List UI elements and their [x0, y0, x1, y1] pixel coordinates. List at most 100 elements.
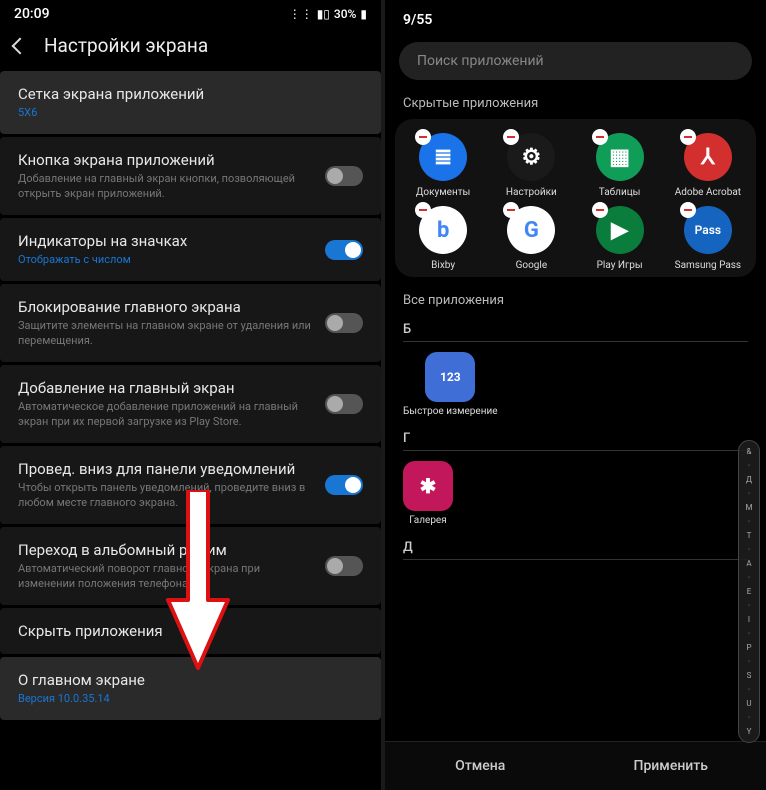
index-letter[interactable]: ·	[748, 629, 750, 638]
remove-badge-icon[interactable]	[592, 202, 608, 218]
cancel-button[interactable]: Отмена	[385, 742, 576, 790]
settings-screen: 20:09 ⋮⋮ ▮▯ 30% ▮ Настройки экрана Сетка…	[0, 0, 381, 790]
toggle-switch[interactable]	[325, 313, 363, 333]
remove-badge-icon[interactable]	[680, 129, 696, 145]
index-letter[interactable]: ·	[748, 461, 750, 470]
app-icon: ▶	[596, 206, 644, 254]
app-icon: ⅄	[684, 133, 732, 181]
hidden-apps-label: Скрытые приложения	[385, 92, 766, 119]
settings-item[interactable]: Скрыть приложения	[0, 608, 381, 654]
item-title: Сетка экрана приложений	[18, 84, 363, 104]
hidden-apps-grid: ≣Документы⚙Настройки ▦ Таблицы ⅄ Adobe Acrob…	[401, 133, 750, 271]
letter-header: Г	[385, 425, 766, 448]
page-title: Настройки экрана	[44, 34, 208, 57]
settings-item[interactable]: О главном экранеВерсия 10.0.35.14	[0, 657, 381, 720]
remove-badge-icon[interactable]	[503, 202, 519, 218]
index-letter[interactable]: Y	[747, 727, 752, 736]
letter-header: Д	[385, 534, 766, 557]
index-letter[interactable]: I	[748, 615, 750, 624]
settings-item[interactable]: Добавление на главный экранАвтоматическо…	[0, 365, 381, 443]
item-title: Переход в альбомный режим	[18, 540, 315, 560]
hidden-app[interactable]: ⅄ Adobe Acrobat	[666, 133, 750, 198]
hidden-app[interactable]: PassSamsung Pass	[666, 206, 750, 271]
hidden-app[interactable]: ▦ Таблицы	[578, 133, 662, 198]
index-letter[interactable]: ·	[748, 601, 750, 610]
app-label: Таблицы	[599, 187, 641, 198]
remove-badge-icon[interactable]	[503, 129, 519, 145]
index-letter[interactable]: Д	[746, 475, 752, 484]
remove-badge-icon[interactable]	[415, 129, 431, 145]
app-label: Play Игры	[597, 260, 643, 271]
all-app-item[interactable]: ✱Галерея	[385, 459, 766, 534]
all-app-item[interactable]: 123Быстрое измерение	[385, 350, 766, 425]
app-icon: ▦	[596, 133, 644, 181]
toggle-switch[interactable]	[325, 475, 363, 495]
item-title: Кнопка экрана приложений	[18, 150, 315, 170]
index-letter[interactable]: М	[746, 503, 753, 512]
toggle-switch[interactable]	[325, 394, 363, 414]
hidden-app[interactable]: GGoogle	[489, 206, 573, 271]
app-icon: ≣	[419, 133, 467, 181]
item-subtitle: 5X6	[18, 106, 363, 121]
wifi-icon: ⋮⋮	[289, 7, 313, 21]
item-title: Добавление на главный экран	[18, 378, 315, 398]
hidden-apps-panel: ≣Документы⚙Настройки ▦ Таблицы ⅄ Adobe Acrob…	[395, 119, 756, 277]
index-letter[interactable]: &	[747, 447, 752, 456]
index-letter[interactable]: Т	[747, 531, 752, 540]
settings-item[interactable]: Индикаторы на значкахОтображать с числом	[0, 218, 381, 281]
settings-item[interactable]: Провед. вниз для панели уведомленийЧтобы…	[0, 446, 381, 524]
battery-icon: ▮	[360, 7, 367, 21]
hide-apps-screen: 9/55 Поиск приложений Скрытые приложения…	[385, 0, 766, 790]
app-label: Настройки	[506, 187, 557, 198]
search-input[interactable]: Поиск приложений	[399, 42, 752, 80]
remove-badge-icon[interactable]	[415, 202, 431, 218]
index-letter[interactable]: ·	[748, 489, 750, 498]
settings-item[interactable]: Переход в альбомный режимАвтоматический …	[0, 527, 381, 605]
apply-button[interactable]: Применить	[576, 742, 766, 790]
hidden-app[interactable]: ⚙Настройки	[489, 133, 573, 198]
index-letter[interactable]: ·	[748, 685, 750, 694]
app-label: Галерея	[409, 515, 446, 526]
alphabet-index[interactable]: & · Д · М · Т · А · Е · I · P · S · U · Y	[738, 440, 760, 743]
index-letter[interactable]: ·	[748, 573, 750, 582]
remove-badge-icon[interactable]	[680, 202, 696, 218]
app-label: Adobe Acrobat	[675, 187, 741, 198]
index-letter[interactable]: ·	[748, 517, 750, 526]
hidden-app[interactable]: bBixby	[401, 206, 485, 271]
divider	[403, 341, 748, 342]
item-subtitle: Версия 10.0.35.14	[18, 692, 363, 707]
index-letter[interactable]: А	[746, 559, 751, 568]
index-letter[interactable]: ·	[748, 713, 750, 722]
status-right: ⋮⋮ ▮▯ 30% ▮	[289, 7, 367, 21]
item-title: Провед. вниз для панели уведомлений	[18, 459, 315, 479]
toggle-switch[interactable]	[325, 240, 363, 260]
index-letter[interactable]: S	[747, 671, 752, 680]
item-title: Блокирование главного экрана	[18, 297, 315, 317]
remove-badge-icon[interactable]	[592, 129, 608, 145]
settings-item[interactable]: Кнопка экрана приложенийДобавление на гл…	[0, 137, 381, 215]
item-title: Скрыть приложения	[18, 621, 363, 641]
app-icon: Pass	[684, 206, 732, 254]
index-letter[interactable]: ·	[748, 657, 750, 666]
hidden-app[interactable]: ▶ Play Игры	[578, 206, 662, 271]
selection-counter: 9/55	[385, 0, 766, 36]
toggle-switch[interactable]	[325, 166, 363, 186]
index-letter[interactable]: P	[746, 643, 751, 652]
settings-item[interactable]: Сетка экрана приложений 5X6	[0, 71, 381, 134]
index-letter[interactable]: U	[746, 699, 751, 708]
index-letter[interactable]: ·	[748, 545, 750, 554]
app-icon: G	[507, 206, 555, 254]
hidden-app[interactable]: ≣Документы	[401, 133, 485, 198]
divider	[403, 450, 748, 451]
item-subtitle: Автоматический поворот главного экрана п…	[18, 562, 315, 592]
back-icon[interactable]	[12, 37, 29, 54]
all-apps-label: Все приложения	[385, 289, 766, 316]
item-subtitle: Автоматическое добавление приложений на …	[18, 400, 315, 430]
index-letter[interactable]: Е	[747, 587, 752, 596]
app-label: Bixby	[431, 260, 455, 271]
settings-item[interactable]: Блокирование главного экранаЗащитите эле…	[0, 284, 381, 362]
bottom-actions: Отмена Применить	[385, 741, 766, 790]
toggle-switch[interactable]	[325, 556, 363, 576]
status-time: 20:09	[14, 6, 50, 22]
divider	[403, 559, 748, 560]
